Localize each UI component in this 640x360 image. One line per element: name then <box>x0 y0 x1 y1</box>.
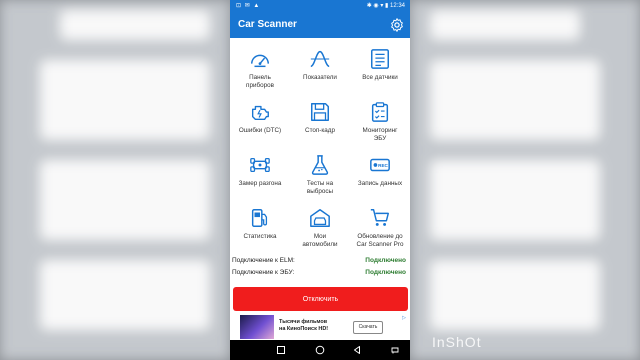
svg-text:REC: REC <box>378 163 388 168</box>
list-icon <box>371 49 389 69</box>
disconnect-button[interactable]: Отключить <box>233 287 408 311</box>
ecu-connection-row: Подключение к ЭБУ: Подключено <box>232 269 408 279</box>
cart-icon <box>370 209 389 226</box>
tile-label: Панель приборов <box>246 74 274 89</box>
tile-label: Тесты на выбросы <box>306 180 334 195</box>
elm-connection-row: Подключение к ELM: Подключено <box>232 257 408 267</box>
tile-label: Замер разгона <box>238 180 282 187</box>
floppy-disk-icon <box>311 103 329 121</box>
elm-connection-label: Подключение к ELM: <box>232 257 295 264</box>
tile-my-cars[interactable]: Мои автомобили <box>290 203 350 255</box>
speedometer-icon <box>251 54 269 68</box>
rec-icon: REC <box>370 158 390 172</box>
watermark: InShOt <box>432 334 482 350</box>
ad-banner[interactable]: Тысячи фильмов на КиноПоиск HD! Скачать … <box>230 313 410 340</box>
garage-icon <box>310 209 330 227</box>
clipboard-check-icon <box>371 102 389 122</box>
tile-label: Мониторинг ЭБУ <box>362 127 398 142</box>
tile-all-sensors[interactable]: Все датчики <box>350 44 410 96</box>
notification-icon[interactable] <box>390 345 400 355</box>
status-left-icons: ⊡ ✉ ▲ <box>236 3 261 9</box>
waveform-icon <box>310 50 330 68</box>
tile-emission-tests[interactable]: Тесты на выбросы <box>290 150 350 202</box>
tile-label: Статистика <box>243 233 277 240</box>
tile-label: Стоп-кадр <box>305 127 335 134</box>
tile-label: Показатели <box>303 74 337 81</box>
tile-data-recording[interactable]: REC Запись данных <box>350 150 410 202</box>
elm-connection-status: Подключено <box>365 257 406 264</box>
blurred-background-left <box>0 0 230 360</box>
race-car-icon <box>250 157 270 173</box>
ad-text: Тысячи фильмов на КиноПоиск HD! <box>279 319 329 332</box>
status-bar: ⊡ ✉ ▲ ✱ ◉ ▾ ▮ 12:34 <box>230 0 410 12</box>
tile-label: Запись данных <box>357 180 403 187</box>
tile-upgrade-pro[interactable]: Обновление до Car Scanner Pro <box>350 203 410 255</box>
recents-icon[interactable] <box>276 345 286 355</box>
ecu-connection-label: Подключение к ЭБУ: <box>232 269 295 276</box>
app-bar: Car Scanner <box>230 12 410 38</box>
tile-indicators[interactable]: Показатели <box>290 44 350 96</box>
blurred-background-right <box>410 0 640 360</box>
ecu-connection-status: Подключено <box>365 269 406 276</box>
tile-dashboard[interactable]: Панель приборов <box>230 44 290 96</box>
ad-download-button[interactable]: Скачать <box>353 321 383 334</box>
tile-errors-dtc[interactable]: Ошибки (DTC) <box>230 97 290 149</box>
flask-icon <box>311 155 329 175</box>
ad-choices-icon[interactable]: ▷ <box>402 315 406 321</box>
back-icon[interactable] <box>352 345 362 355</box>
ad-poster-image <box>240 315 274 339</box>
tile-label: Обновление до Car Scanner Pro <box>356 233 404 248</box>
tile-statistics[interactable]: Статистика <box>230 203 290 255</box>
tile-label: Все датчики <box>362 74 398 81</box>
navigation-bar <box>230 340 410 360</box>
status-right-icons: ✱ ◉ ▾ ▮ 12:34 <box>366 3 405 9</box>
tile-acceleration[interactable]: Замер разгона <box>230 150 290 202</box>
gear-icon[interactable] <box>389 17 405 33</box>
tile-ecu-monitoring[interactable]: Мониторинг ЭБУ <box>350 97 410 149</box>
fuel-pump-icon <box>251 209 268 227</box>
home-icon[interactable] <box>315 345 325 355</box>
engine-icon <box>251 105 269 121</box>
app-title: Car Scanner <box>238 19 297 30</box>
tile-label: Ошибки (DTC) <box>238 127 282 134</box>
phone-screen: ⊡ ✉ ▲ ✱ ◉ ▾ ▮ 12:34 Car Scanner Панель п… <box>230 0 410 360</box>
tile-freeze-frame[interactable]: Стоп-кадр <box>290 97 350 149</box>
tile-label: Мои автомобили <box>302 233 338 248</box>
